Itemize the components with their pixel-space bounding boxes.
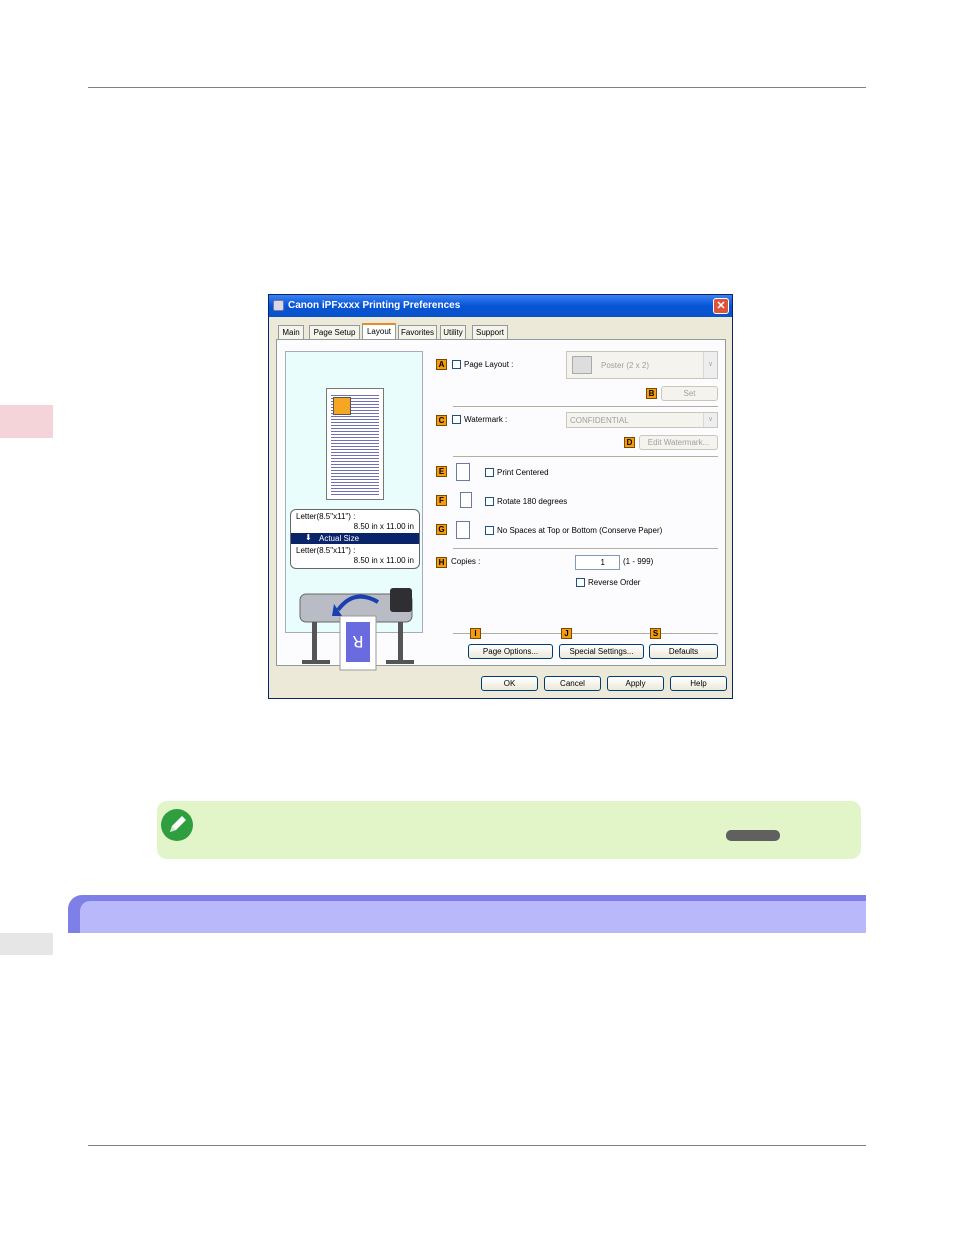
special-settings-button[interactable]: Special Settings...	[559, 644, 644, 659]
footer-rule	[88, 1145, 866, 1146]
printed-letter: R	[352, 632, 363, 651]
printer-illustration-icon: R	[299, 588, 414, 671]
printer-icon	[273, 300, 284, 311]
label-c: C	[436, 415, 447, 426]
tab-favorites[interactable]: Favorites	[398, 325, 437, 339]
copies-label: Copies :	[451, 557, 481, 566]
defaults-button[interactable]: Defaults	[649, 644, 718, 659]
label-f: F	[436, 495, 447, 506]
label-j: J	[561, 628, 572, 639]
original-size-label: Letter(8.5"x11") :	[296, 512, 356, 521]
ok-button[interactable]: OK	[481, 676, 538, 691]
original-size-value: 8.50 in x 11.00 in	[353, 522, 414, 531]
header-rule	[88, 87, 866, 88]
page-options-button[interactable]: Page Options...	[468, 644, 553, 659]
tab-main[interactable]: Main	[278, 325, 304, 339]
chapter-side-tab	[0, 405, 53, 438]
pencil-icon	[161, 809, 193, 841]
apply-button[interactable]: Apply	[607, 676, 664, 691]
help-button[interactable]: Help	[670, 676, 727, 691]
output-size-value: 8.50 in x 11.00 in	[353, 556, 414, 565]
cancel-button[interactable]: Cancel	[544, 676, 601, 691]
no-spaces-checkbox[interactable]	[485, 526, 494, 535]
edit-watermark-button[interactable]: Edit Watermark...	[639, 435, 718, 450]
rotate-icon	[460, 492, 472, 508]
watermark-select[interactable]: CONFIDENTIAL ∨	[566, 412, 718, 428]
rotate-checkbox[interactable]	[485, 497, 494, 506]
tab-layout[interactable]: Layout	[362, 323, 396, 340]
arrow-down-icon: ⬇	[305, 533, 312, 542]
label-d: D	[624, 437, 635, 448]
chevron-down-icon: ∨	[703, 413, 717, 427]
scale-label: Actual Size	[319, 534, 360, 543]
print-centered-icon	[456, 463, 470, 481]
set-button[interactable]: Set	[661, 386, 718, 401]
print-centered-label: Print Centered	[497, 468, 549, 477]
copies-input[interactable]: 1	[575, 555, 620, 570]
page-layout-checkbox[interactable]	[452, 360, 461, 369]
size-info-box: Letter(8.5"x11") : 8.50 in x 11.00 in ⬇ …	[290, 509, 420, 569]
rotate-label: Rotate 180 degrees	[497, 497, 568, 506]
reference-link-pill[interactable]	[726, 830, 780, 841]
watermark-label: Watermark :	[464, 415, 508, 424]
section-header-bar	[68, 895, 866, 933]
print-preview: Letter(8.5"x11") : 8.50 in x 11.00 in ⬇ …	[285, 351, 423, 671]
close-button[interactable]: ✕	[713, 298, 729, 314]
output-size-label: Letter(8.5"x11") :	[296, 546, 356, 555]
label-b: B	[646, 388, 657, 399]
dialog-titlebar: Canon iPFxxxx Printing Preferences ✕	[269, 295, 732, 317]
section-side-tab	[0, 933, 53, 955]
tab-utility[interactable]: Utility	[440, 325, 466, 339]
label-h: H	[436, 557, 447, 568]
printing-preferences-dialog: Canon iPFxxxx Printing Preferences ✕ Mai…	[268, 294, 733, 699]
label-s: S	[650, 628, 661, 639]
paper-preview	[326, 388, 384, 500]
copies-range: (1 - 999)	[623, 557, 654, 566]
scale-band: ⬇ Actual Size	[291, 533, 419, 544]
dialog-title: Canon iPFxxxx Printing Preferences	[288, 300, 461, 311]
image-thumbnail	[333, 397, 351, 415]
label-a: A	[436, 359, 447, 370]
label-i: I	[470, 628, 481, 639]
poster-icon	[572, 356, 592, 374]
no-spaces-icon	[456, 521, 470, 539]
chevron-down-icon: ∨	[703, 352, 717, 378]
reverse-order-label: Reverse Order	[588, 578, 641, 587]
label-g: G	[436, 524, 447, 535]
tab-support[interactable]: Support	[472, 325, 508, 339]
label-e: E	[436, 466, 447, 477]
watermark-checkbox[interactable]	[452, 415, 461, 424]
reverse-order-checkbox[interactable]	[576, 578, 585, 587]
tab-page-setup[interactable]: Page Setup	[309, 325, 360, 339]
no-spaces-label: No Spaces at Top or Bottom (Conserve Pap…	[497, 526, 663, 535]
page-layout-select[interactable]: Poster (2 x 2) ∨	[566, 351, 718, 379]
page-layout-label: Page Layout :	[464, 360, 514, 369]
print-centered-checkbox[interactable]	[485, 468, 494, 477]
